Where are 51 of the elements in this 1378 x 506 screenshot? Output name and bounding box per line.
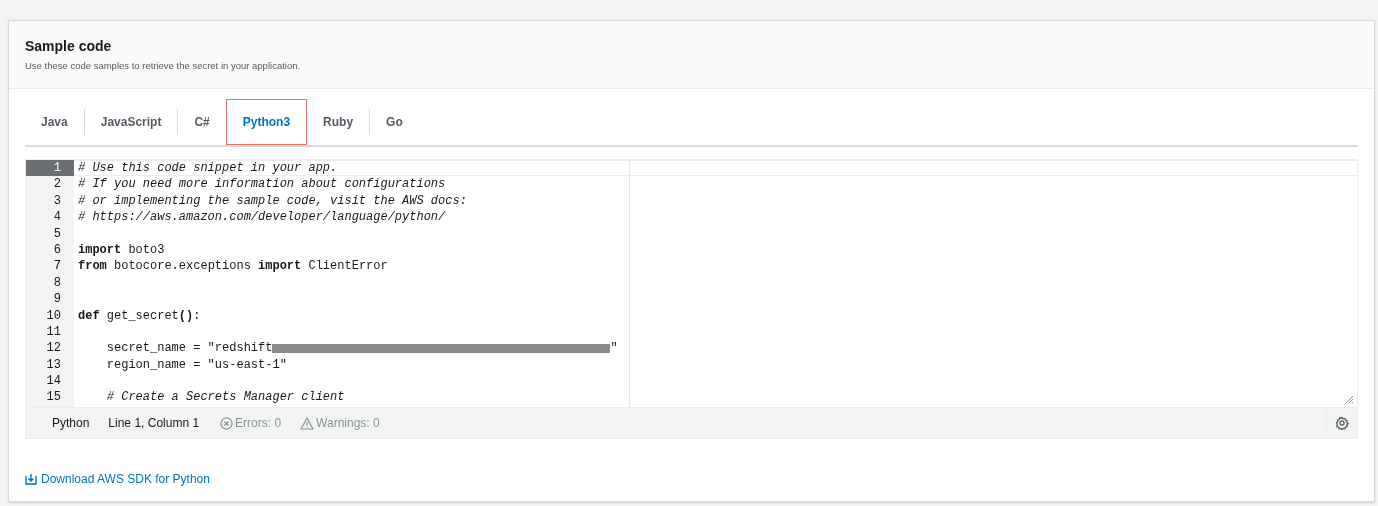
code-keyword: () xyxy=(178,308,194,323)
error-count: Errors: 0 xyxy=(235,415,282,432)
line-number: 4 xyxy=(52,209,62,226)
code-comment: # If you need more information about configurations xyxy=(78,177,446,192)
code-comment: # or implementing the sample code, visit the AWS docs: xyxy=(78,193,467,208)
warning-icon xyxy=(300,416,315,430)
language-label: Python xyxy=(52,415,90,432)
line-number: 2 xyxy=(52,176,62,193)
line-number: 3 xyxy=(52,192,62,210)
section-description: Use these code samples to retrieve the secret in your application. xyxy=(25,59,302,73)
line-number: 12 xyxy=(45,340,62,357)
line-number: 6 xyxy=(52,241,62,259)
line-number: 13 xyxy=(45,356,62,374)
line-number: 11 xyxy=(45,323,62,341)
code-comment: # https://aws.amazon.com/developer/language/python/ xyxy=(78,210,446,225)
code-comment: # Use this code snippet in your app. xyxy=(78,161,338,175)
code-keyword: import xyxy=(78,242,122,257)
language-tab[interactable]: Java xyxy=(25,99,84,145)
code-text: " xyxy=(610,341,618,356)
line-number: 15 xyxy=(45,389,62,406)
download-sdk-link[interactable]: Download AWS SDK for Python xyxy=(25,470,210,488)
settings-icon xyxy=(1335,416,1349,430)
code-text: ClientError xyxy=(307,259,388,274)
code-text: : xyxy=(193,308,201,323)
code-text: botocore.exceptions xyxy=(113,259,252,274)
warning-count: Warnings: 0 xyxy=(316,415,380,432)
code-comment: # Create a Secrets Manager client xyxy=(105,390,345,405)
language-tab[interactable]: Ruby xyxy=(307,99,370,145)
language-tab[interactable]: JavaScript xyxy=(84,99,178,145)
download-icon xyxy=(25,473,37,485)
error-icon xyxy=(220,416,234,430)
line-number: 9 xyxy=(52,291,62,308)
code-keyword: import xyxy=(258,259,302,274)
code-text: boto3 xyxy=(127,242,165,257)
line-number: 14 xyxy=(45,373,62,390)
resize-handle-icon[interactable] xyxy=(1345,395,1354,404)
code-keyword: from xyxy=(78,259,107,274)
language-tab[interactable]: C# xyxy=(178,99,226,145)
section-title: Sample code xyxy=(25,37,113,55)
language-tab[interactable]: Python3 xyxy=(225,99,308,145)
line-number: 7 xyxy=(52,258,62,275)
line-number: 1 xyxy=(26,160,74,177)
language-tab[interactable]: Go xyxy=(370,99,419,145)
code-text: secret_name = "redshift xyxy=(105,341,273,356)
line-number: 10 xyxy=(45,307,62,324)
cursor-position: Line 1, Column 1 xyxy=(108,415,200,432)
code-text: get_secret xyxy=(105,308,179,323)
line-number: 5 xyxy=(52,225,62,242)
code-keyword: def xyxy=(78,308,100,323)
line-number: 8 xyxy=(52,274,62,292)
code-text: region_name = "us-east-1" xyxy=(105,357,287,372)
